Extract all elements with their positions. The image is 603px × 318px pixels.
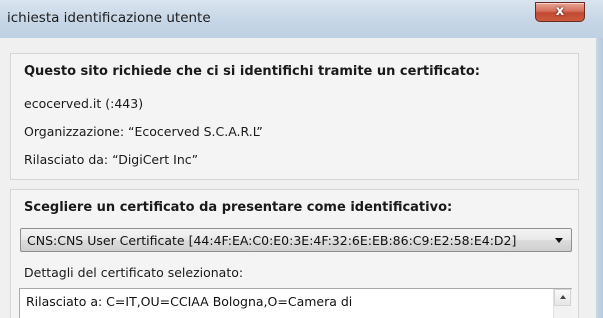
title-bar[interactable]: ichiesta identificazione utente x [0,0,603,42]
site-heading: Questo sito richiede che ci si identific… [24,64,480,79]
details-label: Dettagli del certificato selezionato: [24,265,244,280]
close-button[interactable]: x [535,2,585,22]
details-scrollbar[interactable] [553,289,572,318]
scroll-up-arrow-icon [560,295,566,299]
selected-certificate: CNS:CNS User Certificate [44:4F:EA:C0:E0… [27,233,517,248]
certificate-request-dialog: ichiesta identificazione utente x Questo… [0,0,603,318]
site-organization: Organizzazione: “Ecocerved S.C.A.R.L” [24,124,263,139]
site-issuer: Rilasciato da: “DigiCert Inc” [24,152,199,167]
close-icon: x [555,4,565,19]
chevron-down-icon [555,238,563,243]
certificate-details-text: Rilasciato a: C=IT,OU=CCIAA Bologna,O=Ca… [26,294,353,309]
scroll-up-button[interactable] [554,289,571,306]
certificate-heading: Scegliere un certificato da presentare c… [24,200,453,215]
certificate-select[interactable]: CNS:CNS User Certificate [44:4F:EA:C0:E0… [20,228,572,252]
certificate-details-textarea[interactable]: Rilasciato a: C=IT,OU=CCIAA Bologna,O=Ca… [19,288,572,318]
site-host: ecocerved.it (:443) [24,96,144,111]
window-title: ichiesta identificazione utente [7,10,211,26]
window-frame-right [596,38,603,318]
